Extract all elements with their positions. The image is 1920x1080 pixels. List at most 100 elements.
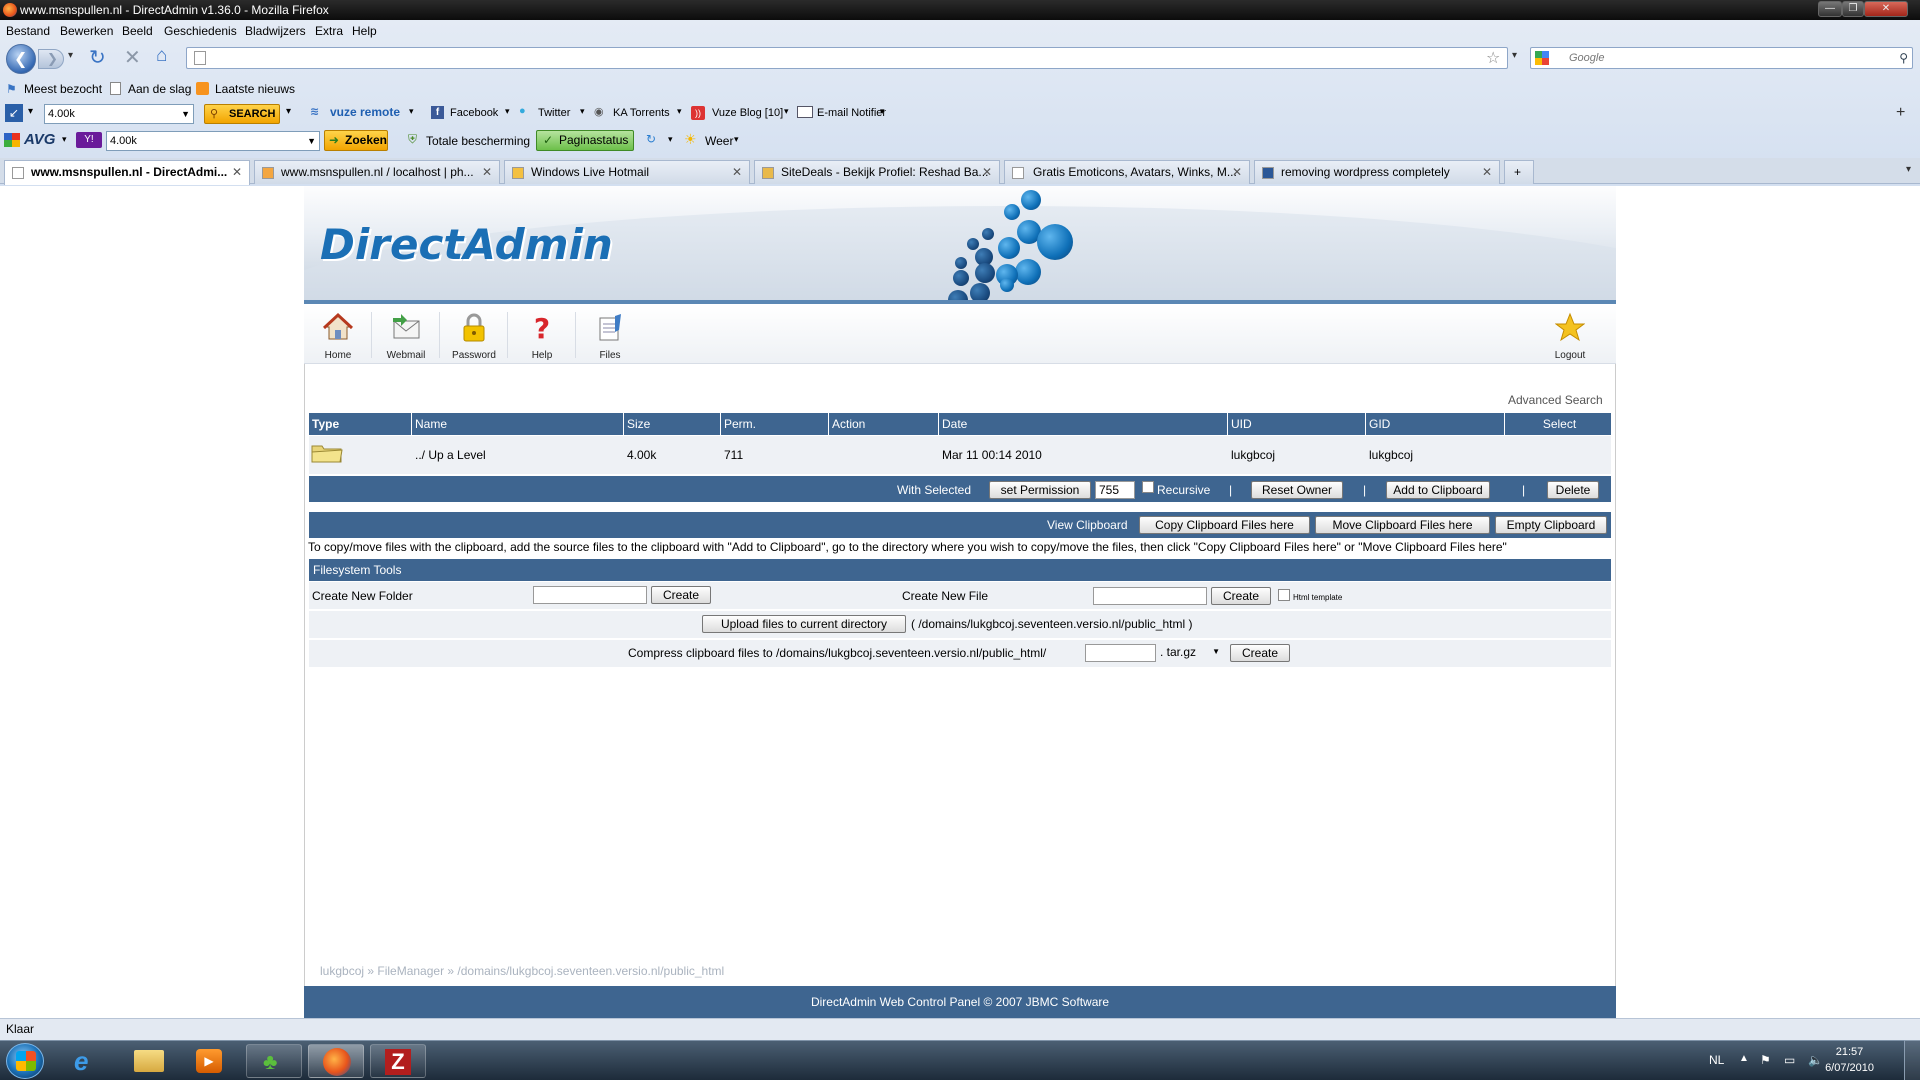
action-center-flag-icon[interactable]: ⚑ [1760,1053,1771,1067]
vuze-menu-dropdown-icon[interactable]: ▾ [28,106,33,117]
tab-directadmin[interactable]: www.msnspullen.nl - DirectAdmi... ✕ [4,160,250,185]
search-icon[interactable]: ⚲ [1899,48,1908,68]
col-uid[interactable]: UID [1228,413,1366,435]
volume-icon[interactable]: 🔈 [1808,1053,1823,1067]
bookmark-star-icon[interactable]: ☆ [1486,48,1500,68]
col-date[interactable]: Date [939,413,1228,435]
dropdown-arrow-icon[interactable]: ▾ [505,106,510,117]
breadcrumb[interactable]: lukgbcoj » FileManager » /domains/lukgbc… [320,964,724,978]
create-file-button[interactable]: Create [1211,587,1271,605]
menu-beeld[interactable]: Beeld [122,24,153,38]
close-tab-icon[interactable]: ✕ [1482,161,1492,183]
tab-hotmail[interactable]: Windows Live Hotmail ✕ [504,160,750,184]
zoeken-button[interactable]: ➜ Zoeken [324,130,388,151]
menu-bladwijzers[interactable]: Bladwijzers [245,24,306,38]
copy-clipboard-button[interactable]: Copy Clipboard Files here [1139,516,1310,534]
set-permission-button[interactable]: set Permission [989,481,1091,499]
taskbar-messenger[interactable]: ♣ [246,1044,302,1078]
nav-password[interactable]: Password [440,304,508,364]
taskbar-explorer[interactable] [122,1044,178,1078]
html-template-checkbox[interactable] [1278,589,1290,601]
close-tab-icon[interactable]: ✕ [982,161,992,183]
create-folder-button[interactable]: Create [651,586,711,604]
twitter-button[interactable]: Twitter [538,107,570,119]
google-engine-icon[interactable] [1535,51,1549,65]
new-tab-button[interactable]: + [1504,160,1534,184]
close-window-button[interactable]: ✕ [1864,1,1908,17]
taskbar-filezilla[interactable]: Z [370,1044,426,1078]
col-perm[interactable]: Perm. [721,413,829,435]
tab-phpmyadmin[interactable]: www.msnspullen.nl / localhost | ph... ✕ [254,160,500,184]
col-name[interactable]: Name [412,413,624,435]
avg-search-input[interactable]: 4.00k ▼ [106,131,320,151]
taskbar-firefox[interactable] [308,1044,364,1078]
history-dropdown-icon[interactable]: ▾ [68,50,73,61]
vuze-blog-button[interactable]: Vuze Blog [10] [712,107,783,119]
advanced-search-link[interactable]: Advanced Search [1508,393,1603,407]
col-size[interactable]: Size [624,413,721,435]
folder-icon[interactable] [311,442,343,467]
new-file-input[interactable] [1093,587,1207,605]
language-indicator[interactable]: NL [1709,1053,1724,1067]
facebook-button[interactable]: Facebook [450,107,498,119]
row-name-link[interactable]: ../ Up a Level [415,448,486,462]
stop-icon[interactable]: ✕ [124,45,141,70]
vuze-search-input[interactable]: 4.00k ▼ [44,104,194,124]
tab-list-dropdown-icon[interactable]: ▾ [1906,164,1911,175]
menu-bestand[interactable]: Bestand [6,24,50,38]
close-tab-icon[interactable]: ✕ [482,161,492,183]
menu-geschiedenis[interactable]: Geschiedenis [164,24,237,38]
home-browser-icon[interactable]: ⌂ [156,45,167,67]
nav-help[interactable]: ? Help [508,304,576,364]
minimize-button[interactable]: — [1818,1,1842,17]
refresh-icon[interactable]: ↻ [646,132,656,146]
dropdown-arrow-icon[interactable]: ▾ [409,106,414,117]
nav-home[interactable]: Home [304,304,372,364]
dropdown-arrow-icon[interactable]: ▾ [784,106,789,117]
nav-webmail[interactable]: Webmail [372,304,440,364]
dropdown-arrow-icon[interactable]: ▾ [580,106,585,117]
move-clipboard-button[interactable]: Move Clipboard Files here [1315,516,1490,534]
add-to-clipboard-button[interactable]: Add to Clipboard [1386,481,1490,499]
search-input[interactable]: Google ⚲ [1530,47,1913,69]
weer-button[interactable]: Weer [705,134,733,148]
tab-sitedeals[interactable]: SiteDeals - Bekijk Profiel: Reshad Ba...… [754,160,1000,184]
url-dropdown-icon[interactable]: ▾ [1512,50,1517,61]
bookmark-aan-de-slag[interactable]: Aan de slag [128,82,191,96]
back-button[interactable]: ❮ [6,44,36,74]
permission-input[interactable]: 755 [1095,481,1135,499]
close-tab-icon[interactable]: ✕ [232,161,242,183]
show-desktop-button[interactable] [1904,1040,1920,1080]
dropdown-arrow-icon[interactable]: ▾ [677,106,682,117]
close-tab-icon[interactable]: ✕ [732,161,742,183]
nav-logout[interactable]: Logout [1536,304,1604,364]
close-tab-icon[interactable]: ✕ [1232,161,1242,183]
reset-owner-button[interactable]: Reset Owner [1251,481,1343,499]
email-notifier-button[interactable]: E-mail Notifier [817,107,886,119]
maximize-button[interactable]: ❐ [1842,1,1864,17]
system-clock[interactable]: 21:57 6/07/2010 [1825,1044,1874,1076]
menu-bewerken[interactable]: Bewerken [60,24,113,38]
compress-format-select[interactable]: . tar.gz ▼ [1160,645,1222,663]
tab-emoticons[interactable]: Gratis Emoticons, Avatars, Winks, M... ✕ [1004,160,1250,184]
taskbar-ie[interactable]: e [60,1044,116,1078]
compress-filename-input[interactable] [1085,644,1156,662]
dropdown-arrow-icon[interactable]: ▾ [668,134,673,145]
recursive-checkbox[interactable] [1142,481,1154,493]
view-clipboard-link[interactable]: View Clipboard [1047,518,1128,532]
dropdown-arrow-icon[interactable]: ▾ [62,134,67,145]
menu-help[interactable]: Help [352,24,377,38]
new-folder-input[interactable] [533,586,647,604]
col-gid[interactable]: GID [1366,413,1505,435]
dropdown-arrow-icon[interactable]: ▾ [734,134,739,145]
bookmark-laatste-nieuws[interactable]: Laatste nieuws [215,82,295,96]
new-toolbar-plus-icon[interactable]: + [1896,104,1905,122]
forward-button[interactable]: ❯ [38,49,64,69]
url-bar[interactable]: ☆ [186,47,1508,69]
menu-extra[interactable]: Extra [315,24,343,38]
start-button[interactable] [6,1043,44,1079]
network-icon[interactable]: ▭ [1784,1053,1795,1067]
yahoo-icon[interactable]: Y! [76,132,102,148]
show-hidden-icons-icon[interactable]: ▲ [1739,1053,1749,1064]
dropdown-arrow-icon[interactable]: ▾ [880,106,885,117]
